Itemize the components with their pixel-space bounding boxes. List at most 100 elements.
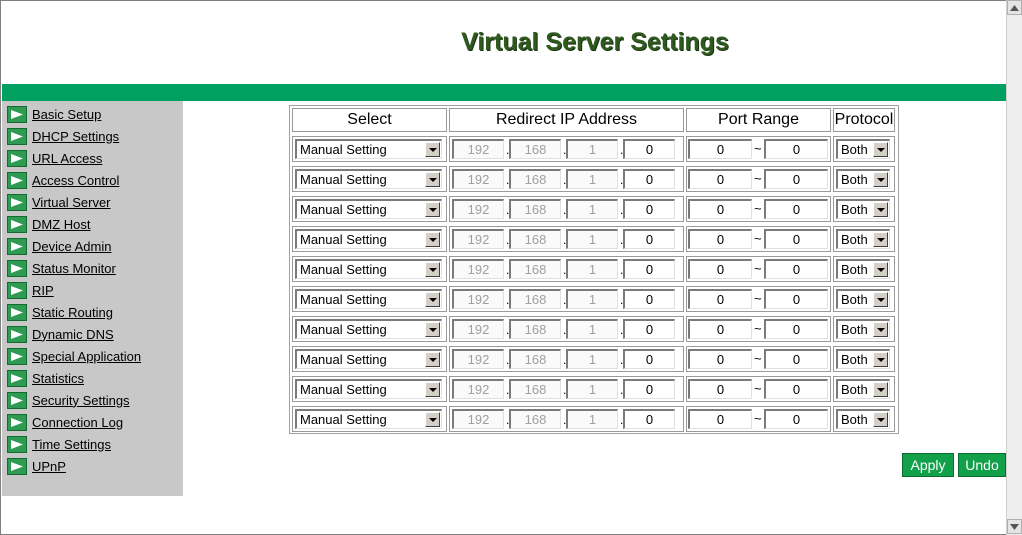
port-to-input[interactable]: 0 bbox=[764, 139, 828, 159]
sidebar-item-label[interactable]: Time Settings bbox=[32, 437, 111, 452]
sidebar-item-label[interactable]: Virtual Server bbox=[32, 195, 111, 210]
chevron-down-icon[interactable] bbox=[873, 292, 888, 307]
select-dropdown[interactable]: Manual Setting bbox=[295, 199, 442, 219]
sidebar-item[interactable]: Device Admin bbox=[7, 236, 111, 256]
protocol-dropdown[interactable]: Both bbox=[836, 229, 890, 249]
sidebar-item[interactable]: Special Application bbox=[7, 346, 141, 366]
sidebar-item-label[interactable]: Basic Setup bbox=[32, 107, 101, 122]
sidebar-item-label[interactable]: Access Control bbox=[32, 173, 119, 188]
sidebar-item[interactable]: Access Control bbox=[7, 170, 119, 190]
protocol-dropdown[interactable]: Both bbox=[836, 199, 890, 219]
sidebar-item-label[interactable]: Static Routing bbox=[32, 305, 113, 320]
port-to-input[interactable]: 0 bbox=[764, 409, 828, 429]
chevron-down-icon[interactable] bbox=[425, 412, 440, 427]
chevron-down-icon[interactable] bbox=[425, 262, 440, 277]
ip-octet-input[interactable]: 0 bbox=[623, 259, 675, 279]
protocol-dropdown[interactable]: Both bbox=[836, 379, 890, 399]
chevron-down-icon[interactable] bbox=[873, 322, 888, 337]
select-dropdown[interactable]: Manual Setting bbox=[295, 259, 442, 279]
scroll-down-button[interactable] bbox=[1007, 519, 1022, 534]
chevron-down-icon[interactable] bbox=[873, 262, 888, 277]
protocol-dropdown[interactable]: Both bbox=[836, 169, 890, 189]
sidebar-item-label[interactable]: DMZ Host bbox=[32, 217, 91, 232]
sidebar-item[interactable]: Status Monitor bbox=[7, 258, 116, 278]
port-to-input[interactable]: 0 bbox=[764, 229, 828, 249]
chevron-down-icon[interactable] bbox=[425, 202, 440, 217]
sidebar-item[interactable]: Connection Log bbox=[7, 412, 123, 432]
chevron-down-icon[interactable] bbox=[873, 172, 888, 187]
port-from-input[interactable]: 0 bbox=[688, 409, 752, 429]
chevron-down-icon[interactable] bbox=[873, 142, 888, 157]
port-to-input[interactable]: 0 bbox=[764, 319, 828, 339]
sidebar-item[interactable]: Time Settings bbox=[7, 434, 111, 454]
sidebar-item-label[interactable]: Connection Log bbox=[32, 415, 123, 430]
sidebar-item[interactable]: UPnP bbox=[7, 456, 66, 476]
ip-octet-input[interactable]: 0 bbox=[623, 349, 675, 369]
protocol-dropdown[interactable]: Both bbox=[836, 349, 890, 369]
sidebar-item[interactable]: DMZ Host bbox=[7, 214, 91, 234]
ip-octet-input[interactable]: 0 bbox=[623, 169, 675, 189]
protocol-dropdown[interactable]: Both bbox=[836, 139, 890, 159]
sidebar-item[interactable]: Virtual Server bbox=[7, 192, 111, 212]
chevron-down-icon[interactable] bbox=[425, 232, 440, 247]
port-from-input[interactable]: 0 bbox=[688, 349, 752, 369]
sidebar-item-label[interactable]: Status Monitor bbox=[32, 261, 116, 276]
chevron-down-icon[interactable] bbox=[873, 232, 888, 247]
sidebar-item-label[interactable]: Security Settings bbox=[32, 393, 130, 408]
protocol-dropdown[interactable]: Both bbox=[836, 319, 890, 339]
sidebar-item[interactable]: Static Routing bbox=[7, 302, 113, 322]
sidebar-item-label[interactable]: Device Admin bbox=[32, 239, 111, 254]
select-dropdown[interactable]: Manual Setting bbox=[295, 379, 442, 399]
port-from-input[interactable]: 0 bbox=[688, 229, 752, 249]
sidebar-item-label[interactable]: UPnP bbox=[32, 459, 66, 474]
sidebar-item-label[interactable]: Special Application bbox=[32, 349, 141, 364]
protocol-dropdown[interactable]: Both bbox=[836, 409, 890, 429]
select-dropdown[interactable]: Manual Setting bbox=[295, 229, 442, 249]
select-dropdown[interactable]: Manual Setting bbox=[295, 319, 442, 339]
ip-octet-input[interactable]: 0 bbox=[623, 319, 675, 339]
chevron-down-icon[interactable] bbox=[873, 382, 888, 397]
port-to-input[interactable]: 0 bbox=[764, 289, 828, 309]
sidebar-item[interactable]: Statistics bbox=[7, 368, 84, 388]
sidebar-item[interactable]: URL Access bbox=[7, 148, 102, 168]
ip-octet-input[interactable]: 0 bbox=[623, 409, 675, 429]
port-to-input[interactable]: 0 bbox=[764, 259, 828, 279]
chevron-down-icon[interactable] bbox=[425, 292, 440, 307]
sidebar-item-label[interactable]: DHCP Settings bbox=[32, 129, 119, 144]
port-from-input[interactable]: 0 bbox=[688, 139, 752, 159]
port-from-input[interactable]: 0 bbox=[688, 169, 752, 189]
chevron-down-icon[interactable] bbox=[873, 412, 888, 427]
sidebar-item[interactable]: RIP bbox=[7, 280, 54, 300]
sidebar-item[interactable]: Dynamic DNS bbox=[7, 324, 114, 344]
select-dropdown[interactable]: Manual Setting bbox=[295, 349, 442, 369]
port-from-input[interactable]: 0 bbox=[688, 319, 752, 339]
chevron-down-icon[interactable] bbox=[873, 352, 888, 367]
ip-octet-input[interactable]: 0 bbox=[623, 139, 675, 159]
port-to-input[interactable]: 0 bbox=[764, 379, 828, 399]
ip-octet-input[interactable]: 0 bbox=[623, 229, 675, 249]
select-dropdown[interactable]: Manual Setting bbox=[295, 289, 442, 309]
vertical-scrollbar[interactable] bbox=[1006, 0, 1022, 535]
port-from-input[interactable]: 0 bbox=[688, 379, 752, 399]
protocol-dropdown[interactable]: Both bbox=[836, 259, 890, 279]
apply-button[interactable]: Apply bbox=[902, 453, 954, 477]
sidebar-item[interactable]: Basic Setup bbox=[7, 104, 101, 124]
scroll-up-button[interactable] bbox=[1007, 0, 1022, 15]
chevron-down-icon[interactable] bbox=[425, 382, 440, 397]
chevron-down-icon[interactable] bbox=[425, 172, 440, 187]
ip-octet-input[interactable]: 0 bbox=[623, 379, 675, 399]
select-dropdown[interactable]: Manual Setting bbox=[295, 169, 442, 189]
sidebar-item-label[interactable]: Statistics bbox=[32, 371, 84, 386]
sidebar-item-label[interactable]: Dynamic DNS bbox=[32, 327, 114, 342]
chevron-down-icon[interactable] bbox=[425, 352, 440, 367]
chevron-down-icon[interactable] bbox=[425, 322, 440, 337]
select-dropdown[interactable]: Manual Setting bbox=[295, 139, 442, 159]
ip-octet-input[interactable]: 0 bbox=[623, 199, 675, 219]
sidebar-item[interactable]: Security Settings bbox=[7, 390, 130, 410]
chevron-down-icon[interactable] bbox=[873, 202, 888, 217]
port-from-input[interactable]: 0 bbox=[688, 289, 752, 309]
sidebar-item[interactable]: DHCP Settings bbox=[7, 126, 119, 146]
undo-button[interactable]: Undo bbox=[958, 453, 1006, 477]
port-to-input[interactable]: 0 bbox=[764, 169, 828, 189]
chevron-down-icon[interactable] bbox=[425, 142, 440, 157]
